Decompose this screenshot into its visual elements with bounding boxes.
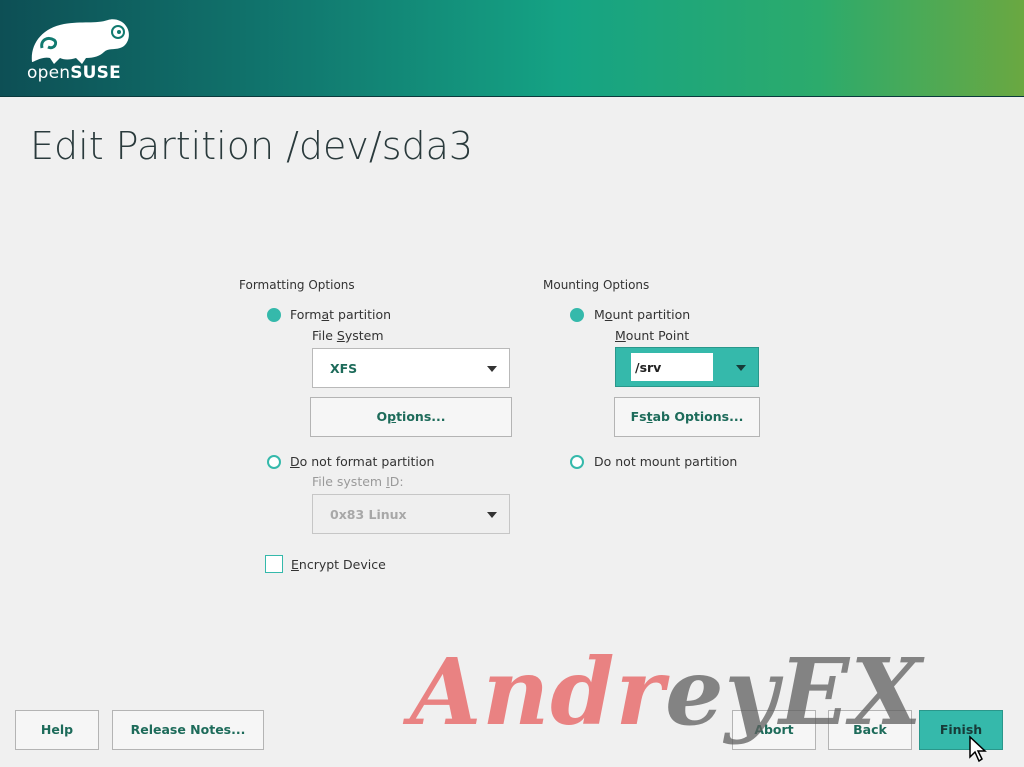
file-system-value: XFS [330,361,358,376]
file-system-dropdown[interactable]: XFS [312,348,510,388]
header-banner: openSUSE [0,0,1024,97]
options-button[interactable]: Options... [310,397,512,437]
format-partition-radio[interactable] [267,308,281,322]
format-partition-label[interactable]: Format partition [290,307,391,322]
abort-button[interactable]: Abort [732,710,816,750]
chevron-down-icon [487,366,497,372]
encrypt-device-checkbox[interactable] [265,555,283,573]
encrypt-device-label[interactable]: Encrypt Device [291,557,386,572]
do-not-format-radio[interactable] [267,455,281,469]
fstab-options-button[interactable]: Fstab Options... [614,397,760,437]
mount-partition-label[interactable]: Mount partition [594,307,690,322]
mounting-options-label: Mounting Options [543,278,650,292]
chevron-down-icon [487,512,497,518]
finish-button[interactable]: Finish [919,710,1003,750]
do-not-mount-radio[interactable] [570,455,584,469]
do-not-mount-label[interactable]: Do not mount partition [594,454,737,469]
file-system-id-label: File system ID: [312,474,404,489]
formatting-options-label: Formatting Options [239,278,355,292]
mount-partition-radio[interactable] [570,308,584,322]
opensuse-wordmark: openSUSE [27,63,121,83]
mount-point-label: Mount Point [615,328,690,343]
help-button[interactable]: Help [15,710,99,750]
mount-point-input[interactable]: /srv [631,353,713,381]
mount-point-combobox[interactable]: /srv [615,347,759,387]
release-notes-button[interactable]: Release Notes... [112,710,264,750]
chevron-down-icon[interactable] [736,365,746,371]
back-button[interactable]: Back [828,710,912,750]
file-system-id-dropdown: 0x83 Linux [312,494,510,534]
file-system-id-value: 0x83 Linux [330,507,407,522]
do-not-format-label[interactable]: Do not format partition [290,454,434,469]
file-system-label: File System [312,328,384,343]
mouse-cursor-icon [969,735,987,763]
page-title: Edit Partition /dev/sda3 [30,124,474,168]
